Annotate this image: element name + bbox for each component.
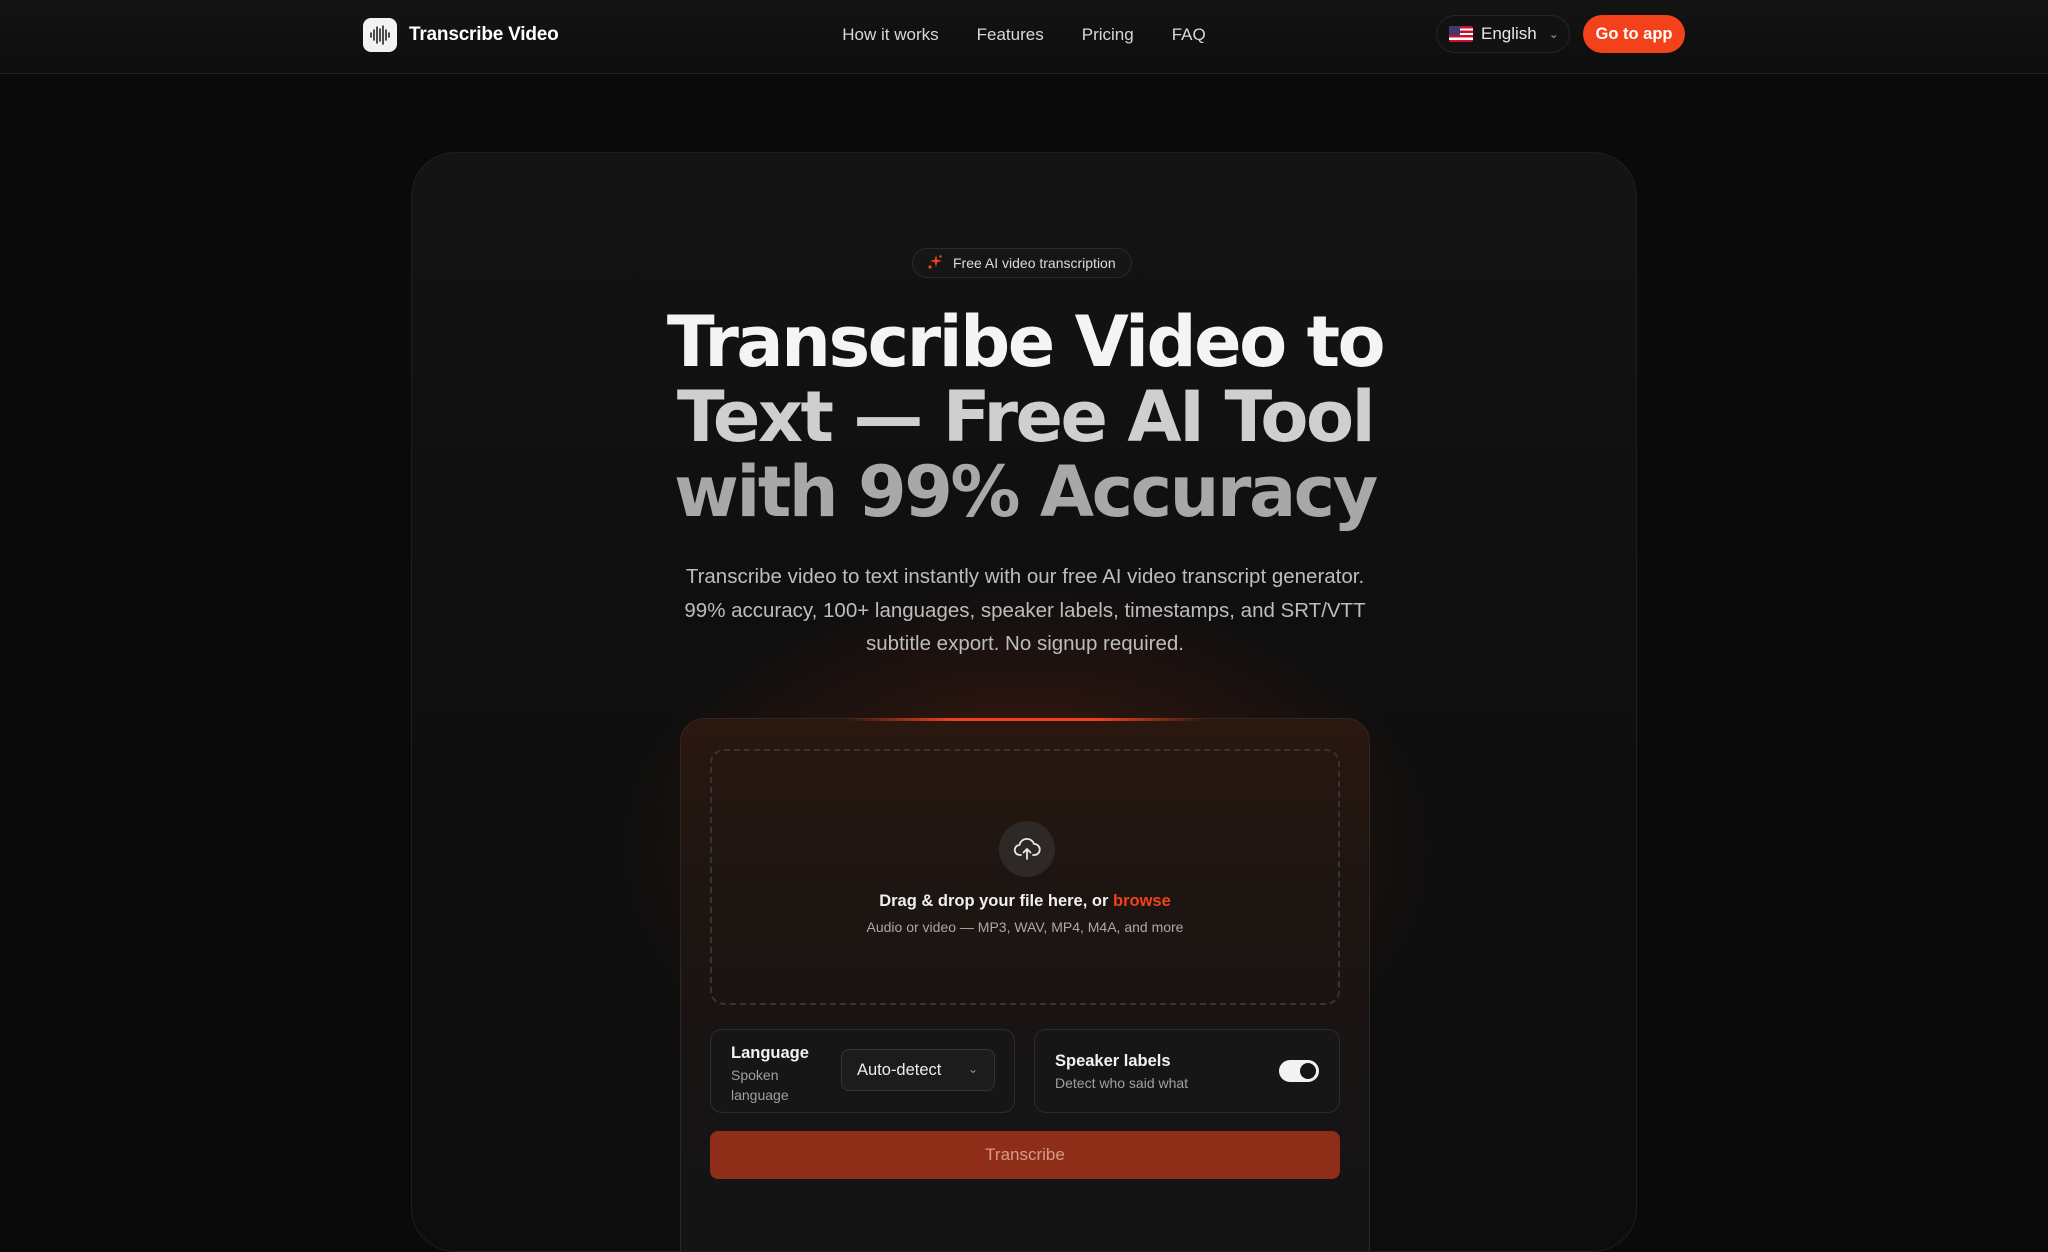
hero-card: Free AI video transcription Transcribe V… <box>411 152 1637 1252</box>
brand-name: Transcribe Video <box>409 24 559 45</box>
speaker-labels-option: Speaker labels Detect who said what <box>1034 1029 1340 1113</box>
hero-badge-label: Free AI video transcription <box>953 255 1116 271</box>
speaker-labels-toggle[interactable] <box>1279 1060 1319 1082</box>
headline-line-1: Transcribe Video to <box>666 301 1386 383</box>
hero-badge: Free AI video transcription <box>912 248 1132 278</box>
hero-subtitle: Transcribe video to text instantly with … <box>684 565 1366 655</box>
language-select[interactable]: Auto-detect ⌄ <box>841 1049 995 1091</box>
panel-accent-line <box>846 718 1206 721</box>
chevron-down-icon: ⌄ <box>967 1062 978 1076</box>
language-selector[interactable]: English ⌄ <box>1436 15 1570 53</box>
browse-link[interactable]: browse <box>1113 892 1171 910</box>
nav-link-features[interactable]: Features <box>977 25 1044 45</box>
nav-link-pricing[interactable]: Pricing <box>1082 25 1134 45</box>
dropzone-text: Drag & drop your file here, or <box>879 892 1113 910</box>
waveform-icon <box>363 18 397 52</box>
supported-formats: Audio or video — MP3, WAV, MP4, M4A, and… <box>866 919 1184 935</box>
language-option-description: Spoken language <box>731 1067 789 1103</box>
speaker-labels-title: Speaker labels <box>1055 1052 1171 1070</box>
hero-headline: Transcribe Video to Text — Free AI Tool … <box>412 301 1636 533</box>
language-select-value: Auto-detect <box>857 1060 942 1079</box>
us-flag-icon <box>1449 26 1473 42</box>
cloud-upload-icon <box>999 821 1055 877</box>
speaker-labels-description: Detect who said what <box>1055 1075 1189 1091</box>
headline-line-2: Text — Free AI Tool <box>676 376 1376 458</box>
language-label: English <box>1481 24 1537 43</box>
top-nav: Transcribe Video How it works Features P… <box>0 0 2048 74</box>
chevron-down-icon: ⌄ <box>1548 27 1559 41</box>
upload-panel: Drag & drop your file here, or browse Au… <box>680 718 1370 1251</box>
transcribe-button[interactable]: Transcribe <box>710 1131 1340 1179</box>
headline-line-3: with 99% Accuracy <box>674 451 1378 533</box>
file-dropzone[interactable]: Drag & drop your file here, or browse Au… <box>710 749 1340 1005</box>
language-option-title: Language <box>731 1044 809 1062</box>
dropzone-title: Drag & drop your file here, or browse <box>712 892 1338 911</box>
brand-link[interactable]: Transcribe Video <box>363 18 559 52</box>
nav-link-how-it-works[interactable]: How it works <box>842 25 938 45</box>
go-to-app-button[interactable]: Go to app <box>1583 15 1685 53</box>
sparkle-icon <box>927 254 943 273</box>
nav-link-faq[interactable]: FAQ <box>1172 25 1206 45</box>
language-option: Language Spoken language Auto-detect ⌄ <box>710 1029 1015 1113</box>
nav-links: How it works Features Pricing FAQ <box>0 0 2048 70</box>
